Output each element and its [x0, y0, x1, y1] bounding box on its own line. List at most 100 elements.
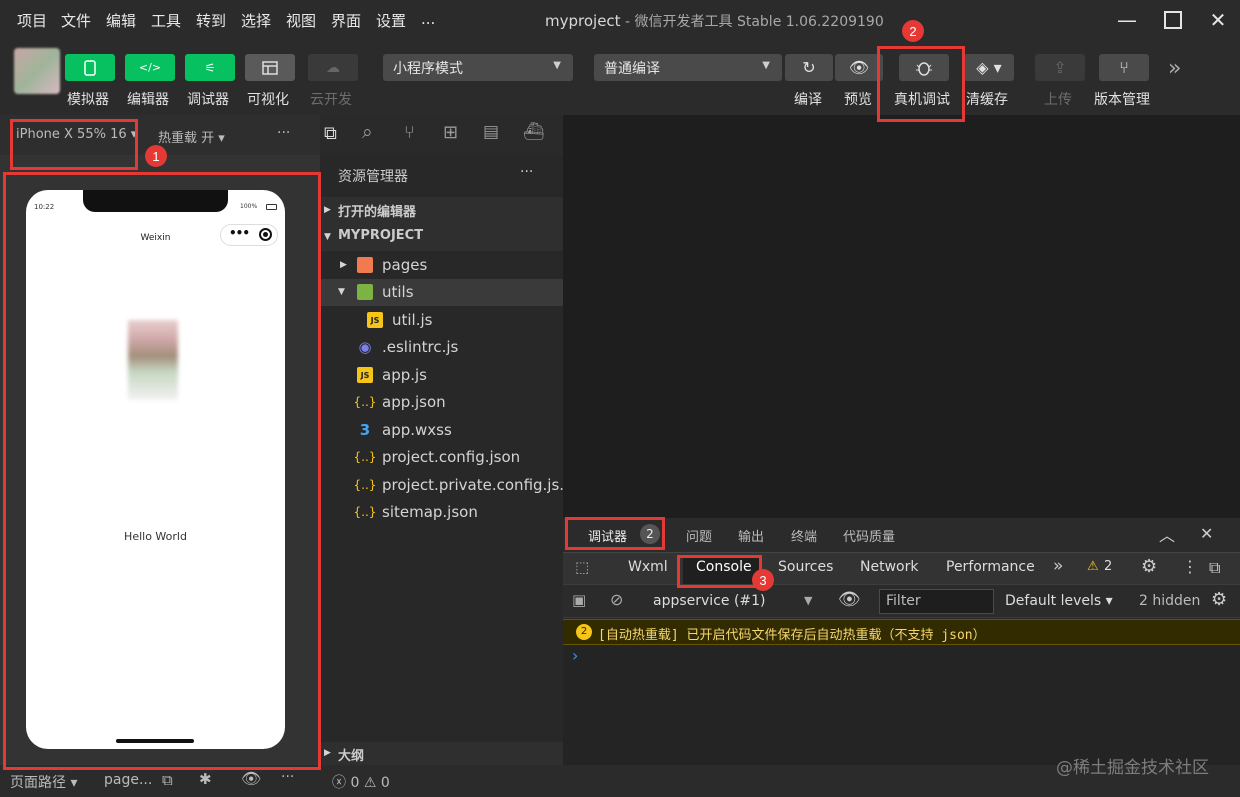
tree-item-pages[interactable]: ▶ pages — [320, 252, 563, 279]
files-icon[interactable]: ⧉ — [324, 123, 337, 144]
eye-icon[interactable]: 👁 — [241, 769, 261, 788]
tree-item-sitemap[interactable]: {..} sitemap.json — [320, 499, 563, 526]
menu-tools[interactable]: 工具 — [151, 10, 181, 31]
clear-cache-button[interactable]: ◈ ▾ — [964, 54, 1014, 81]
menu-file[interactable]: 文件 — [61, 10, 91, 31]
compile-select[interactable]: 普通编译 ▼ — [594, 54, 782, 81]
minimize-icon[interactable]: — — [1112, 6, 1142, 34]
cloud-button[interactable]: ☁ — [308, 54, 358, 81]
eye-icon: 👁 — [848, 58, 870, 77]
tab-code-quality[interactable]: 代码质量 — [843, 526, 895, 545]
simulator-button[interactable] — [65, 54, 115, 81]
menu-project[interactable]: 项目 — [17, 10, 47, 31]
menu-goto[interactable]: 转到 — [196, 10, 226, 31]
tab-network[interactable]: Network — [860, 559, 918, 575]
more-icon[interactable]: ··· — [281, 769, 294, 785]
activity-bar: ⧉ ⌕ ⑂ ⊞ ▤ ⛴ — [320, 115, 563, 155]
error-status[interactable]: ⓧ 0 ⚠ 0 — [332, 772, 390, 792]
copy-icon[interactable]: ⧉ — [162, 771, 173, 789]
maximize-icon[interactable] — [1158, 6, 1188, 34]
tab-terminal[interactable]: 终端 — [791, 526, 817, 545]
search-icon[interactable]: ⌕ — [362, 121, 373, 143]
tree-item-eslintrc[interactable]: ◉ .eslintrc.js — [320, 334, 563, 361]
simulator-label: 模拟器 — [67, 92, 109, 108]
phone-icon — [84, 59, 96, 76]
outline-section[interactable]: ▶ 大纲 — [320, 742, 563, 765]
upload-icon: ⇪ — [1053, 58, 1067, 77]
debugger-button[interactable]: ⚟ — [185, 54, 235, 81]
tab-sources[interactable]: Sources — [778, 559, 833, 575]
explorer-more-icon[interactable]: ··· — [520, 164, 533, 180]
tab-performance[interactable]: Performance — [946, 559, 1035, 575]
sidebar-toggle-icon[interactable]: ▣ — [572, 591, 586, 609]
page-path-select[interactable]: 页面路径 ▾ — [10, 772, 77, 792]
docker-icon[interactable]: ⛴ — [523, 122, 545, 142]
open-editors-section[interactable]: ▶ 打开的编辑器 — [320, 197, 563, 224]
page-path-value[interactable]: page... — [104, 772, 152, 788]
menu-select[interactable]: 选择 — [241, 10, 271, 31]
console-settings-icon[interactable]: ⚙ — [1211, 589, 1227, 610]
json-icon: {..} — [353, 478, 377, 492]
clear-cache-label: 清缓存 — [966, 92, 1008, 108]
annotation-box-debugger — [565, 517, 665, 550]
bug-icon[interactable]: ✱ — [199, 770, 212, 788]
tree-item-util-js[interactable]: JS util.js — [320, 307, 563, 334]
tab-problems[interactable]: 问题 — [686, 526, 712, 545]
tree-item-project-config[interactable]: {..} project.config.json — [320, 444, 563, 471]
visual-button[interactable] — [245, 54, 295, 81]
warning-count-badge: 2 — [576, 624, 592, 640]
close-panel-icon[interactable]: ✕ — [1200, 524, 1213, 543]
editor-area[interactable] — [563, 115, 1240, 518]
project-section[interactable]: ▼ MYPROJECT — [320, 224, 563, 251]
context-select[interactable]: appservice (#1) — [653, 593, 766, 609]
tab-output[interactable]: 输出 — [738, 526, 764, 545]
tree-item-app-js[interactable]: JS app.js — [320, 362, 563, 389]
refresh-icon: ↻ — [802, 58, 816, 77]
menu-edit[interactable]: 编辑 — [106, 10, 136, 31]
version-button[interactable]: ⑂ — [1099, 54, 1149, 81]
undock-icon[interactable]: ⧉ — [1209, 558, 1220, 578]
kebab-menu-icon[interactable]: ⋮ — [1182, 557, 1198, 576]
log-levels-select[interactable]: Default levels ▾ — [1005, 593, 1113, 609]
warning-count[interactable]: 2 — [1104, 559, 1112, 574]
tree-item-app-json[interactable]: {..} app.json — [320, 389, 563, 416]
chevron-up-icon[interactable]: ︿ — [1159, 522, 1175, 546]
caret-down-icon: ▼ — [804, 594, 813, 607]
eslint-icon: ◉ — [358, 338, 372, 356]
filter-input[interactable]: Filter — [879, 589, 994, 614]
upload-button[interactable]: ⇪ — [1035, 54, 1085, 81]
folder-icon — [357, 257, 373, 273]
extensions-icon[interactable]: ⊞ — [443, 122, 458, 143]
tree-item-utils[interactable]: ▼ utils — [320, 279, 563, 306]
editor-button[interactable]: </> — [125, 54, 175, 81]
console-prompt-icon[interactable]: › — [572, 646, 578, 665]
tab-wxml[interactable]: Wxml — [628, 559, 668, 575]
more-tabs-icon[interactable]: » — [1053, 556, 1063, 576]
compile-button[interactable]: ↻ — [785, 54, 833, 81]
inspect-icon[interactable]: ⬚ — [575, 558, 589, 576]
preview-button[interactable]: 👁 — [835, 54, 883, 81]
avatar[interactable] — [14, 48, 60, 94]
clear-console-icon[interactable]: ⊘ — [610, 590, 623, 609]
hot-reload-toggle[interactable]: 热重载 开 ▾ — [158, 127, 225, 146]
live-expression-icon[interactable]: 👁 — [838, 589, 861, 610]
more-icon[interactable]: ··· — [277, 125, 290, 141]
annotation-box-console — [677, 555, 762, 588]
tree-item-project-private-config[interactable]: {..} project.private.config.js... — [320, 472, 574, 499]
source-control-icon[interactable]: ⑂ — [404, 122, 415, 143]
menu-settings[interactable]: 设置 — [376, 10, 406, 31]
menu-more[interactable]: ... — [421, 10, 435, 28]
caret-down-icon: ▼ — [553, 60, 561, 71]
mode-select[interactable]: 小程序模式 ▼ — [383, 54, 573, 81]
watermark: @稀土掘金技术社区 — [1056, 758, 1209, 778]
settings-gear-icon[interactable]: ⚙ — [1141, 556, 1157, 577]
menu-interface[interactable]: 界面 — [331, 10, 361, 31]
storage-icon[interactable]: ▤ — [483, 122, 499, 142]
code-icon: </> — [138, 61, 162, 74]
tree-item-app-wxss[interactable]: 3 app.wxss — [320, 417, 563, 444]
compile-label: 编译 — [794, 92, 822, 108]
close-icon[interactable]: ✕ — [1203, 6, 1233, 34]
js-icon: JS — [357, 367, 373, 383]
expand-icon[interactable]: » — [1168, 56, 1181, 81]
menu-view[interactable]: 视图 — [286, 10, 316, 31]
